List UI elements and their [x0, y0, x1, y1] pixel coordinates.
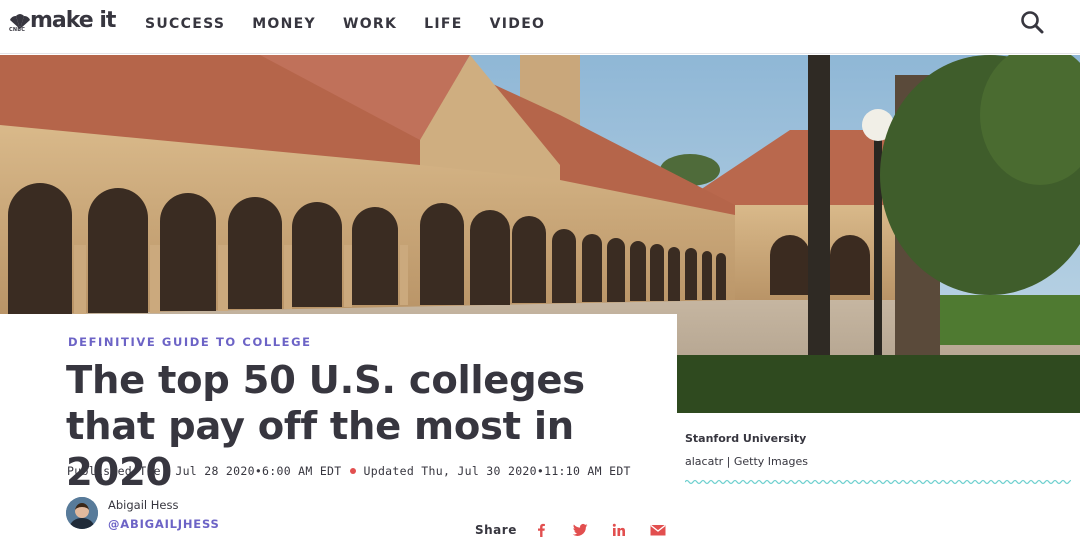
cnbc-wordmark: CNBC: [9, 27, 26, 33]
linkedin-icon[interactable]: [611, 522, 627, 538]
facebook-icon[interactable]: [533, 522, 549, 538]
site-header: CNBC make it SUCCESS MONEY WORK LIFE VID…: [0, 0, 1080, 54]
main-nav: SUCCESS MONEY WORK LIFE VIDEO: [145, 16, 572, 32]
nav-video[interactable]: VIDEO: [490, 16, 546, 32]
twitter-icon[interactable]: [572, 522, 588, 538]
image-caption-title: Stanford University: [685, 432, 807, 445]
nav-life[interactable]: LIFE: [424, 16, 462, 32]
author-twitter-handle[interactable]: @ABIGAILJHESS: [108, 517, 220, 531]
nav-success[interactable]: SUCCESS: [145, 16, 225, 32]
image-caption-credit: alacatr | Getty Images: [685, 455, 808, 468]
author-avatar[interactable]: [66, 497, 98, 529]
caption-wave-divider: [685, 479, 1071, 485]
article-timestamps: Published Tue, Jul 28 2020•6:00 AM EDT U…: [67, 464, 631, 478]
article-header-card: DEFINITIVE GUIDE TO COLLEGE The top 50 U…: [0, 314, 677, 553]
logo-text: make it: [30, 8, 116, 33]
author-name[interactable]: Abigail Hess: [108, 498, 178, 512]
share-bar: Share: [475, 522, 689, 538]
published-time: Published Tue, Jul 28 2020•6:00 AM EDT: [67, 464, 342, 478]
article-kicker[interactable]: DEFINITIVE GUIDE TO COLLEGE: [68, 335, 312, 349]
nav-work[interactable]: WORK: [343, 16, 397, 32]
separator-dot: [349, 468, 356, 474]
email-icon[interactable]: [650, 522, 666, 538]
nav-money[interactable]: MONEY: [252, 16, 316, 32]
share-label: Share: [475, 523, 517, 537]
updated-time: Updated Thu, Jul 30 2020•11:10 AM EDT: [363, 464, 631, 478]
search-icon[interactable]: [1019, 9, 1045, 35]
